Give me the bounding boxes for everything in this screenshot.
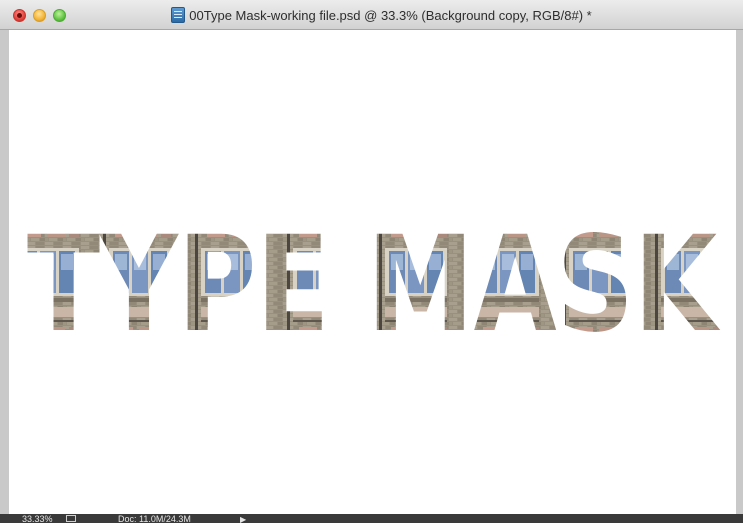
document-canvas[interactable]: TYPE MASK [9,30,736,514]
psd-file-icon [171,7,186,23]
type-mask-artwork: TYPE MASK [27,208,721,362]
zoom-level[interactable]: 33.33% [22,515,53,523]
title-bar[interactable]: 00Type Mask-working file.psd @ 33.3% (Ba… [0,0,743,30]
window-title: 00Type Mask-working file.psd @ 33.3% (Ba… [189,7,592,23]
document-size[interactable]: Doc: 11.0M/24.3M [118,515,191,523]
export-icon[interactable] [66,515,76,522]
title-group: 00Type Mask-working file.psd @ 33.3% (Ba… [0,0,743,30]
type-mask-letters: TYPE MASK [27,208,721,362]
status-bar: 33.33% Doc: 11.0M/24.3M ▶ [0,514,743,523]
photoshop-document-window: 00Type Mask-working file.psd @ 33.3% (Ba… [0,0,743,523]
status-menu-arrow-icon[interactable]: ▶ [240,515,246,523]
mask-text: TYPE MASK [27,208,721,362]
